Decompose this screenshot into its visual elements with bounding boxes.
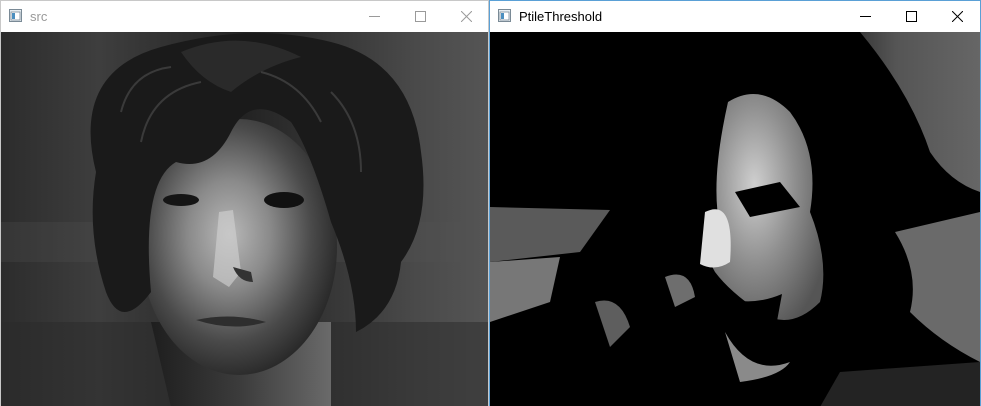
close-icon xyxy=(951,11,963,22)
ptile-threshold-title-bar[interactable]: PtileThreshold xyxy=(490,1,980,32)
close-button[interactable] xyxy=(934,1,980,32)
src-image-area xyxy=(1,32,488,406)
ptile-threshold-image-area xyxy=(490,32,980,406)
minimize-icon xyxy=(859,16,871,17)
window-title: src xyxy=(30,9,48,24)
close-button[interactable] xyxy=(443,1,488,32)
src-portrait-image xyxy=(1,32,488,406)
maximize-button[interactable] xyxy=(888,1,934,32)
app-window-icon xyxy=(498,9,511,22)
minimize-icon xyxy=(368,16,380,17)
app-window-icon xyxy=(9,9,22,22)
maximize-icon xyxy=(905,11,917,22)
close-icon xyxy=(460,11,472,22)
src-window[interactable]: src xyxy=(0,0,489,406)
maximize-icon xyxy=(414,11,426,22)
ptile-threshold-image xyxy=(490,32,980,406)
maximize-button[interactable] xyxy=(397,1,443,32)
window-title: PtileThreshold xyxy=(519,9,603,24)
minimize-button[interactable] xyxy=(842,1,888,32)
src-title-bar[interactable]: src xyxy=(1,1,488,32)
ptile-threshold-window[interactable]: PtileThreshold xyxy=(489,0,981,406)
minimize-button[interactable] xyxy=(351,1,397,32)
